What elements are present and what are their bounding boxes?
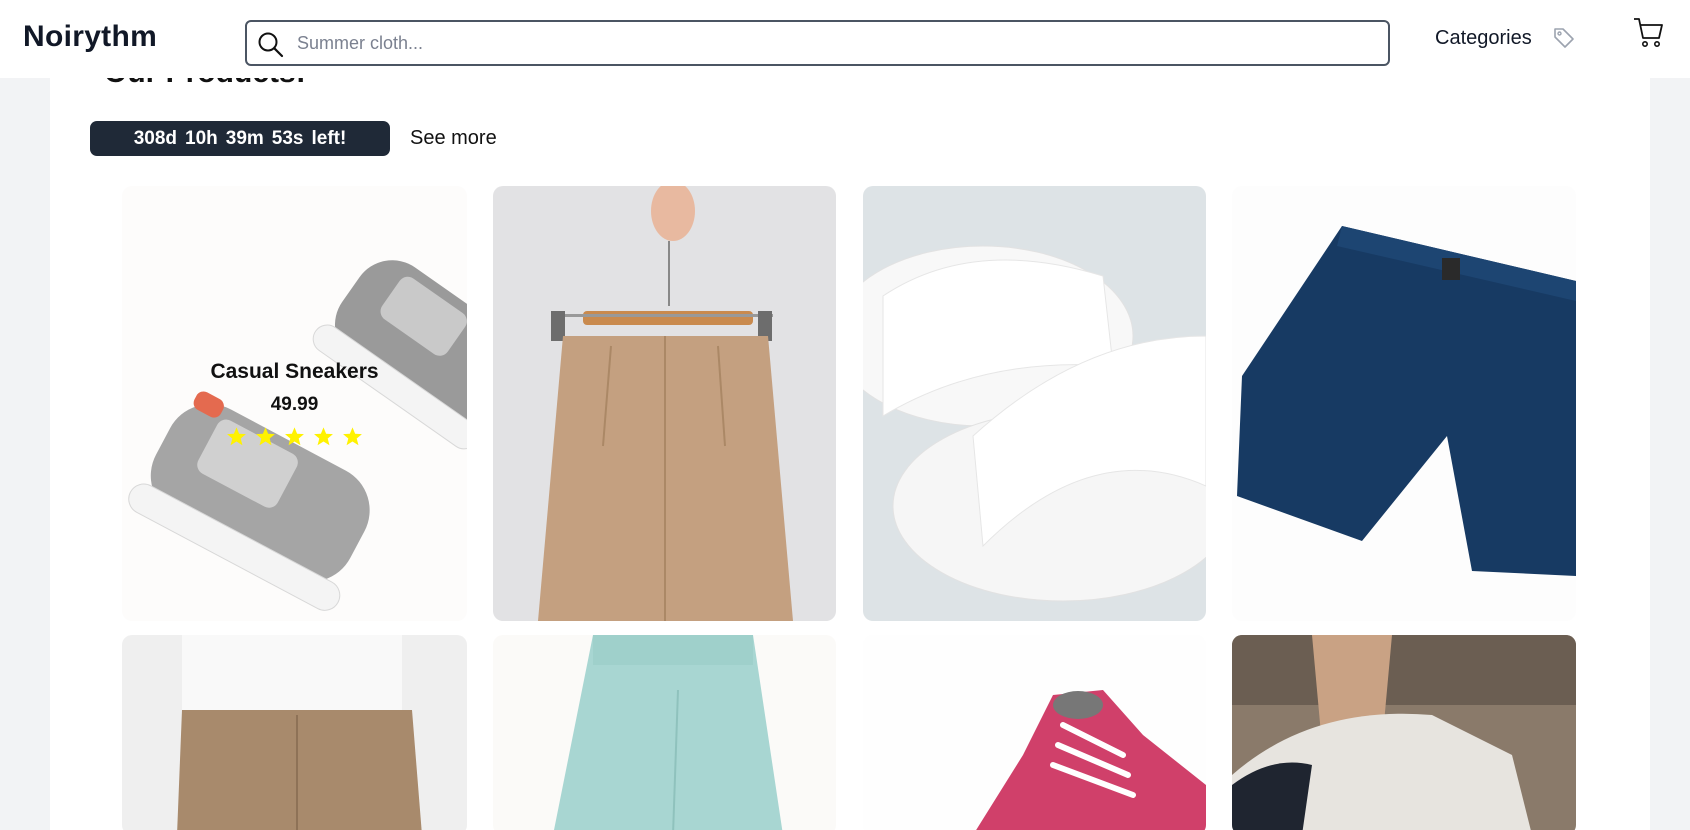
search-icon[interactable] <box>257 31 285 59</box>
product-image <box>863 186 1206 621</box>
product-overlay: Casual Sneakers 49.99 <box>122 186 467 621</box>
cart-icon[interactable] <box>1632 16 1664 50</box>
search-input[interactable] <box>297 22 1377 64</box>
search-bar <box>245 20 1390 66</box>
star-icon <box>314 427 333 446</box>
product-card[interactable] <box>863 635 1206 830</box>
product-image <box>863 635 1206 830</box>
timer-suffix: left! <box>311 127 347 149</box>
timer-hours: 10h <box>185 127 218 149</box>
product-card[interactable] <box>493 186 836 621</box>
product-name: Casual Sneakers <box>210 360 379 383</box>
header: Noirythm Categories <box>0 0 1690 78</box>
product-image <box>122 635 467 830</box>
product-card[interactable] <box>1232 635 1576 830</box>
timer-seconds: 53s <box>271 127 304 149</box>
star-icon <box>256 427 275 446</box>
product-card[interactable] <box>1232 186 1576 621</box>
countdown-timer: 308d 10h 39m 53s left! <box>90 121 390 156</box>
categories-link[interactable]: Categories <box>1435 27 1532 50</box>
see-more-link[interactable]: See more <box>410 127 497 150</box>
rating-stars <box>226 426 363 447</box>
product-card[interactable] <box>863 186 1206 621</box>
product-card[interactable]: Casual Sneakers 49.99 <box>122 186 467 621</box>
timer-minutes: 39m <box>225 127 264 149</box>
logo[interactable]: Noirythm <box>23 20 157 54</box>
star-icon <box>343 427 362 446</box>
product-price: 49.99 <box>270 394 319 415</box>
product-card[interactable] <box>122 635 467 830</box>
product-card[interactable] <box>493 635 836 830</box>
product-image <box>493 635 836 830</box>
star-icon <box>227 427 246 446</box>
tag-icon[interactable] <box>1552 26 1576 50</box>
star-icon <box>285 427 304 446</box>
product-image <box>1232 635 1576 830</box>
product-image <box>1232 186 1576 621</box>
product-image <box>493 186 836 621</box>
timer-days: 308d <box>133 127 177 149</box>
